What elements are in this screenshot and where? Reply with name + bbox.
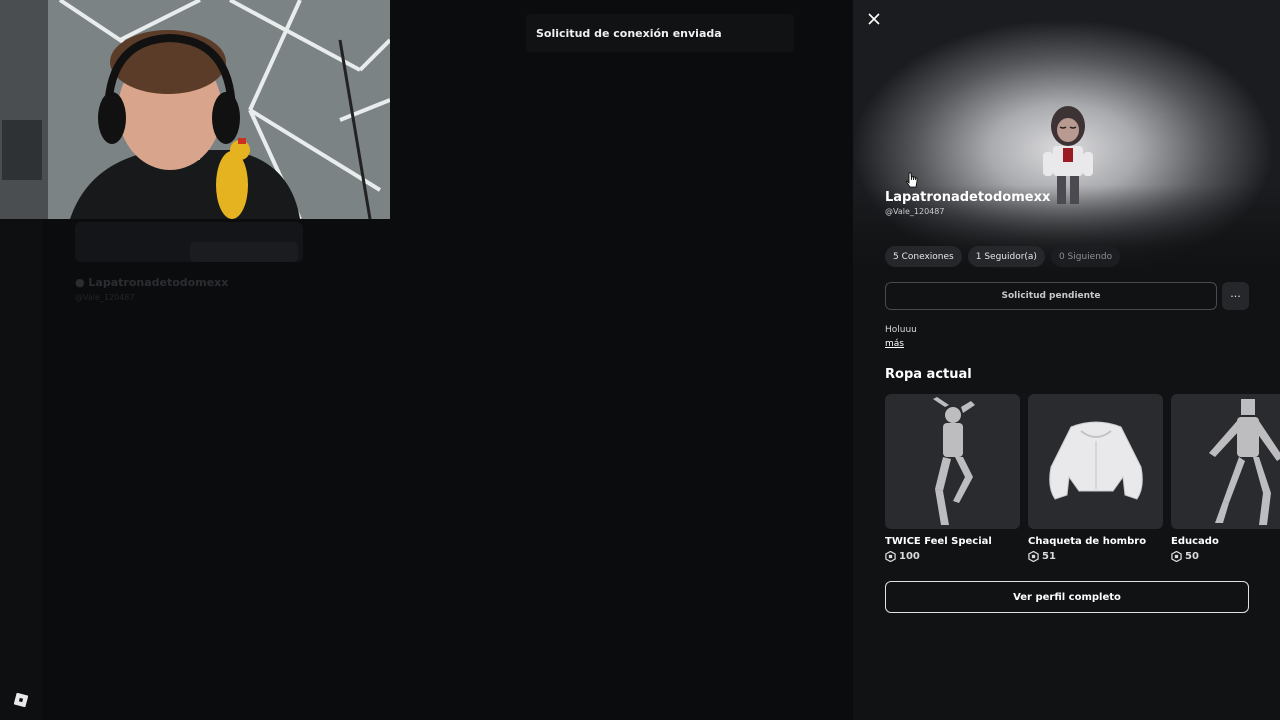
animation-pose-thumbnail [1171,394,1280,529]
jacket-thumbnail [1028,394,1163,529]
outfit-item[interactable]: Educado 50 [1171,394,1280,562]
close-icon [868,13,880,25]
item-price: 100 [885,551,1020,562]
webcam-image [0,0,390,219]
toast-message: Solicitud de conexión enviada [536,26,722,40]
item-price: 50 [1171,551,1280,562]
item-price-value: 100 [899,551,920,562]
item-price: 51 [1028,551,1163,562]
item-price-value: 51 [1042,551,1056,562]
outfit-items: TWICE Feel Special 100 Chaqueta de hombr… [885,394,1280,562]
following-pill[interactable]: 0 Siguiendo [1050,246,1121,267]
connections-pill[interactable]: 5 Conexiones [885,246,962,267]
current-outfit-title: Ropa actual [885,367,972,382]
robux-icon [1028,551,1039,562]
item-price-value: 50 [1185,551,1199,562]
outfit-item[interactable]: TWICE Feel Special 100 [885,394,1020,562]
robux-icon [885,551,896,562]
item-name: Educado [1171,536,1219,547]
item-name: TWICE Feel Special [885,536,992,547]
profile-panel: Lapatronadetodomexx @Vale_120487 5 Conex… [853,0,1280,720]
profile-bio: Holuuu [885,325,917,335]
background-button [190,242,298,262]
webcam-overlay [0,0,390,219]
bio-more-link[interactable]: más [885,339,904,349]
close-button[interactable] [864,9,884,29]
pending-request-button[interactable]: Solicitud pendiente [885,282,1217,310]
more-options-button[interactable]: ··· [1222,282,1249,310]
profile-display-name: Lapatronadetodomexx [885,190,1051,205]
profile-handle: @Vale_120487 [885,207,945,216]
connection-sent-toast: Solicitud de conexión enviada [526,14,794,52]
followers-pill[interactable]: 1 Seguidor(a) [967,246,1045,267]
item-name: Chaqueta de hombro [1028,536,1147,547]
robux-icon [1171,551,1182,562]
background-handle: @Vale_120487 [75,293,135,302]
profile-stats: 5 Conexiones 1 Seguidor(a) 0 Siguiendo [885,246,1121,267]
outfit-item[interactable]: Chaqueta de hombro 51 [1028,394,1163,562]
emote-pose-thumbnail [885,394,1020,529]
roblox-logo-icon[interactable] [14,693,28,707]
mouse-pointer-icon [906,172,918,188]
background-display-name: ● Lapatronadetodomexx [75,276,229,289]
view-full-profile-button[interactable]: Ver perfil completo [885,581,1249,613]
